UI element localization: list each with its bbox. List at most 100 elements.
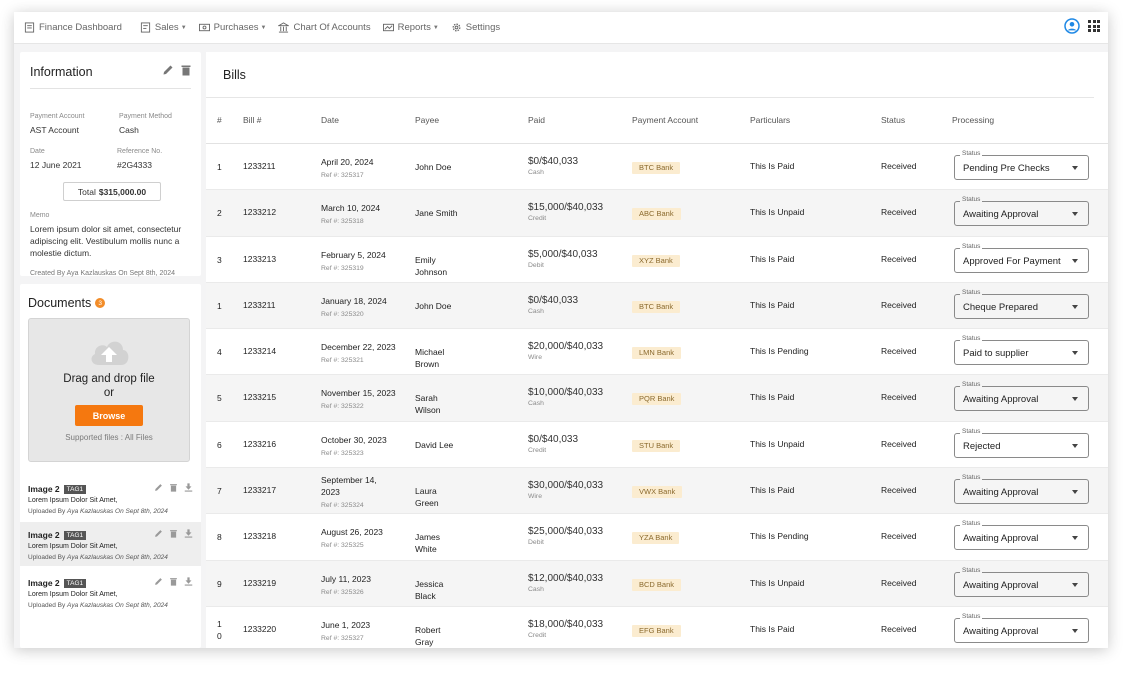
- edit-icon[interactable]: [154, 577, 163, 586]
- dropdown-caret-icon: [1072, 304, 1078, 309]
- user-account-icon[interactable]: [1064, 18, 1080, 34]
- apps-grid-icon[interactable]: [1088, 20, 1100, 32]
- bill-number: 1233211: [243, 161, 276, 171]
- bill-reference: Ref #: 325320: [321, 310, 364, 318]
- file-dropzone[interactable]: Drag and drop file or Browse Supported f…: [28, 318, 190, 462]
- bill-number: 1233220: [243, 623, 277, 634]
- document-item[interactable]: Image 2 TAG1 Lorem Ipsum Dolor Sit Amet,…: [20, 570, 201, 614]
- col-header-payment-account: Payment Account: [632, 115, 699, 125]
- download-icon[interactable]: [184, 577, 193, 586]
- paid-amount: $10,000/$40,033 Cash: [528, 387, 603, 407]
- bill-date: January 18, 2024 Ref #: 325320: [321, 295, 411, 321]
- table-row[interactable]: 3 1233213 February 5, 2024 Ref #: 325319 Emi…: [206, 237, 1108, 283]
- document-item[interactable]: Image 2 TAG1 Lorem Ipsum Dolor Sit Amet,…: [20, 522, 201, 566]
- processing-status-select[interactable]: Status Approved For Payment: [954, 242, 1089, 273]
- processing-status-select[interactable]: Status Paid to supplier: [954, 335, 1089, 366]
- processing-status-select[interactable]: Status Pending Pre Checks: [954, 150, 1089, 180]
- bill-status: Received: [881, 346, 917, 357]
- bill-date: July 11, 2023 Ref #: 325326: [321, 573, 411, 599]
- table-row[interactable]: 8 1233218 August 26, 2023 Ref #: 325325 Jame…: [206, 514, 1108, 561]
- nav-reports[interactable]: Reports ▼: [382, 22, 439, 33]
- total-value: $315,000.00: [98, 186, 147, 197]
- nav-settings[interactable]: Settings: [451, 22, 500, 33]
- payee-name: Jane Smith: [415, 208, 458, 219]
- dropdown-caret-icon: [1072, 258, 1078, 263]
- payee-name: Sarah Wilson: [415, 393, 441, 416]
- paid-amount: $15,000/$40,033 Credit: [528, 202, 603, 222]
- bill-reference: Ref #: 325323: [321, 449, 364, 457]
- processing-status-select[interactable]: Status Awaiting Approval: [954, 196, 1089, 227]
- bill-number: 1233216: [243, 438, 277, 449]
- table-row[interactable]: 10 1233220 June 1, 2023 Ref #: 325327 Robert…: [206, 607, 1108, 648]
- processing-status-select[interactable]: Status Rejected: [954, 427, 1089, 458]
- bill-date-text: March 10, 2024: [321, 203, 381, 214]
- particulars: This Is Unpaid: [750, 577, 805, 588]
- nav-purchases[interactable]: Purchases ▼: [198, 22, 266, 33]
- bill-number: 1233212: [243, 207, 277, 218]
- delete-icon[interactable]: [180, 64, 192, 76]
- documents-panel: Documents 3 Drag and drop file or Browse…: [20, 284, 201, 648]
- processing-status-select[interactable]: Status Awaiting Approval: [954, 381, 1089, 412]
- edit-icon[interactable]: [154, 483, 163, 492]
- created-by: Created By Aya Kazlauskas On Sept 8th, 2…: [30, 270, 176, 277]
- payment-method: Credit: [528, 215, 547, 223]
- edit-icon[interactable]: [162, 64, 174, 76]
- document-description: Lorem Ipsum Dolor Sit Amet,: [28, 591, 118, 598]
- table-row[interactable]: 7 1233217 September 14, 2023 Ref #: 325324 L…: [206, 468, 1108, 515]
- nav-finance-dashboard[interactable]: Finance Dashboard: [24, 22, 122, 33]
- col-header-status: Status: [881, 115, 906, 125]
- status-field-label: Status: [960, 427, 983, 435]
- download-icon[interactable]: [184, 529, 193, 538]
- edit-icon[interactable]: [154, 529, 163, 538]
- table-row[interactable]: 4 1233214 December 22, 2023 Ref #: 325321 Mi…: [206, 329, 1108, 376]
- processing-status-select[interactable]: Status Awaiting Approval: [954, 474, 1089, 505]
- delete-icon[interactable]: [169, 483, 178, 492]
- bill-date-text: September 14, 2023: [321, 475, 377, 498]
- dropdown-caret-icon: [1072, 166, 1078, 170]
- bill-number: 1233213: [243, 253, 277, 264]
- document-item[interactable]: Image 2 TAG1 Lorem Ipsum Dolor Sit Amet,…: [20, 476, 201, 520]
- document-tag: TAG1: [63, 578, 87, 588]
- download-icon[interactable]: [184, 483, 193, 492]
- gear-icon: [452, 23, 461, 32]
- table-row[interactable]: 1 1233211 April 20, 2024 Ref #: 325317 John …: [206, 144, 1108, 191]
- browse-button[interactable]: Browse: [75, 405, 143, 426]
- table-row[interactable]: 5 1233215 November 15, 2023 Ref #: 325322 Sa…: [206, 375, 1108, 422]
- dropdown-caret-icon: [1072, 490, 1078, 495]
- information-title: Information: [30, 65, 93, 79]
- processing-status-select[interactable]: Status Awaiting Approval: [954, 520, 1089, 551]
- row-index: 9: [217, 578, 222, 589]
- documents-title-text: Documents: [28, 296, 92, 310]
- paid-amount: $0/$40,033 Cash: [528, 295, 578, 315]
- payment-method: Cash: [528, 307, 544, 315]
- processing-status-select[interactable]: Status Cheque Prepared: [954, 288, 1089, 319]
- nav-chart-of-accounts[interactable]: Chart Of Accounts: [278, 22, 371, 33]
- bill-date: March 10, 2024 Ref #: 325318: [321, 202, 411, 228]
- col-header-bill: Bill #: [243, 115, 262, 125]
- table-row[interactable]: 2 1233212 March 10, 2024 Ref #: 325318 Jane …: [206, 190, 1108, 237]
- table-row[interactable]: 6 1233216 October 30, 2023 Ref #: 325323 Dav…: [206, 422, 1108, 469]
- reference-label: Reference No.: [117, 148, 163, 155]
- document-actions: [148, 577, 193, 586]
- bill-reference: Ref #: 325317: [321, 172, 364, 179]
- delete-icon[interactable]: [169, 577, 178, 586]
- payment-account-badge: LMN Bank: [632, 347, 682, 360]
- bill-number: 1233215: [243, 392, 277, 403]
- paid-amount-text: $10,000/$40,033: [528, 387, 604, 399]
- dashboard-icon: [24, 22, 35, 33]
- nav-sales[interactable]: Sales ▼: [140, 22, 187, 33]
- bill-reference: Ref #: 325319: [321, 264, 364, 272]
- processing-status-select[interactable]: Status Awaiting Approval: [954, 566, 1089, 597]
- payment-method-value: Cash: [119, 125, 139, 135]
- processing-status-select[interactable]: Status Awaiting Approval: [954, 612, 1089, 643]
- row-index: 8: [217, 532, 222, 543]
- table-row[interactable]: 1 1233211 January 18, 2024 Ref #: 325320 Joh…: [206, 282, 1108, 330]
- payment-account-badge: BTC Bank: [632, 162, 681, 174]
- bill-status: Received: [881, 438, 917, 449]
- payment-method: Debit: [528, 261, 544, 269]
- delete-icon[interactable]: [169, 529, 178, 538]
- bill-date: June 1, 2023 Ref #: 325327: [321, 619, 411, 645]
- particulars: This Is Pending: [750, 531, 809, 542]
- table-row[interactable]: 9 1233219 July 11, 2023 Ref #: 325326 Jessic…: [206, 560, 1108, 607]
- bill-reference: Ref #: 325325: [321, 542, 364, 550]
